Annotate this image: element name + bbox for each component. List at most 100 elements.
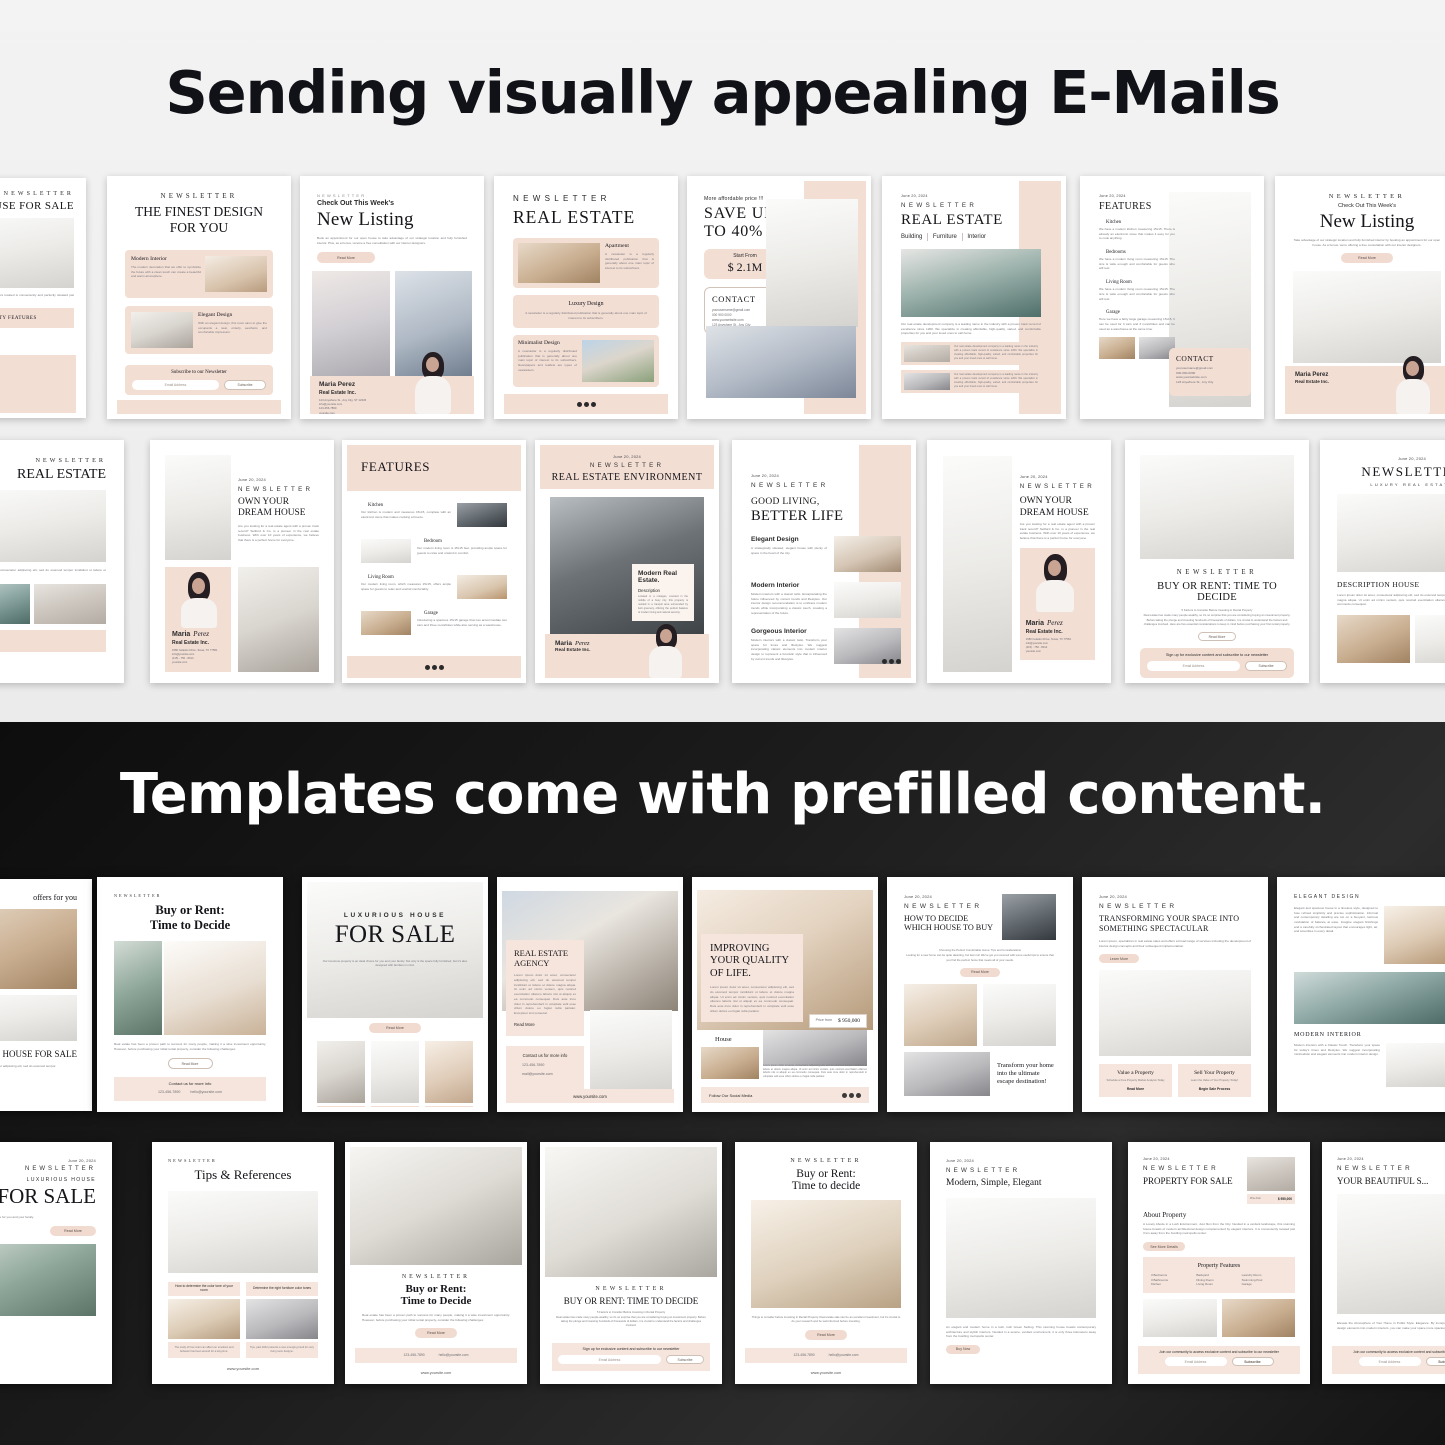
eyebrow: NEWSLETTER [751,482,829,489]
body-text: Are you looking for a real estate agent … [238,523,319,542]
read-more-button[interactable]: Read More [50,1225,96,1236]
template-card-modern-simple-elegant[interactable]: June 20, 2024 NEWSLETTER Modern, Simple,… [930,1142,1112,1384]
template-card-transforming[interactable]: June 20, 2024 NEWSLETTER TRANSFORMING YO… [1082,877,1268,1112]
email-input[interactable]: Email Address [1164,1357,1227,1366]
eyebrow: NEWSLETTER [1361,464,1445,479]
social-icons[interactable] [882,659,901,664]
date: June 20, 2024 [68,1158,96,1163]
photo [246,1299,318,1339]
social-icons[interactable] [842,1092,861,1098]
template-card-buy-rent-3[interactable]: NEWSLETTER Buy or Rent: Time to decide T… [735,1142,917,1384]
template-card-for-sale-dark[interactable]: LUXURIOUS HOUSE FOR SALE Our luxurious p… [302,877,488,1112]
template-card-tips-references[interactable]: NEWSLETTER Tips & References How to dete… [152,1142,334,1384]
block-heading: Minimalist Design [518,340,560,346]
photo [371,1041,419,1103]
template-card-offers[interactable]: offers for you HOUSE FOR SALE Lorem ipsu… [0,879,92,1111]
template-card-own-dream-house[interactable]: June 20, 2024 NEWSLETTER OWN YOUR DREAM … [150,440,334,683]
read-more-button[interactable]: Read More [167,1058,213,1070]
date: June 20, 2024 [1398,456,1426,461]
template-card-luxury-real-estate[interactable]: June 20, 2024 NEWSLETTER LUXURY REAL EST… [1320,440,1445,683]
card-body: Located in a cottages, counted in the mi… [638,595,688,615]
template-card-buy-or-rent-caps[interactable]: NEWSLETTER BUY OR RENT: TIME TO DECIDE 5… [540,1142,722,1384]
social-icons[interactable] [424,664,444,670]
read-more-button[interactable]: Read More [1198,632,1236,641]
location-icon [842,1092,847,1098]
email-input[interactable]: Email Address [1358,1357,1421,1366]
body-text-2: Modern interiors with a Classic Touch. T… [1294,1043,1380,1057]
option-label[interactable]: House [705,1036,761,1043]
photo [312,271,390,380]
section-heading: Living Room [1106,280,1132,286]
read-more-button[interactable]: Read More [514,1022,576,1027]
template-card-environment[interactable]: June 20, 2024 NEWSLETTER REAL ESTATE ENV… [535,440,719,683]
template-card-own-dream-house-2[interactable]: June 20, 2024 NEWSLETTER OWN YOUR DREAM … [927,440,1111,683]
social-icons[interactable] [576,401,596,407]
subscribe-button[interactable]: Subscribe [1425,1357,1445,1366]
template-card-quality-of-life[interactable]: IMPROVING YOUR QUALITY OF LIFE. Lorem ip… [692,877,878,1112]
block-body: A newsletter is a regularly distributed … [518,349,577,372]
subtitle: LUXURY REAL ESTATE [1370,482,1445,487]
facebook-icon [882,659,887,664]
buy-now-button[interactable]: Buy Now [946,1344,980,1354]
card-cta[interactable]: Begin Sale Process [1183,1087,1246,1091]
template-card-save-40[interactable]: More affordable price !!! SAVE UP TO 40%… [687,176,871,419]
nav-item[interactable]: Interior [967,234,986,240]
contact-line: yoursite.com [172,660,188,664]
template-card-how-to-decide[interactable]: June 20, 2024 NEWSLETTER HOW TO DECIDE W… [887,877,1073,1112]
template-card-real-estate[interactable]: NEWSLETTER REAL ESTATE Apartment A newsl… [494,176,678,419]
template-card-real-estate-left[interactable]: NEWSLETTER REAL ESTATE Lorem ipsum dolor… [0,440,124,683]
template-card-good-living[interactable]: June 20, 2024 NEWSLETTER GOOD LIVING, BE… [732,440,916,683]
title: YOUR BEAUTIFUL S... [1337,1176,1429,1186]
template-card-house-for-sale[interactable]: NEWSLETTER HOUSE FOR SALE Our luxurious … [0,178,86,418]
photo [1337,494,1445,572]
read-more-button[interactable]: Read More [1341,253,1393,264]
template-card-new-listing-2[interactable]: NEWSLETTER Check Out This Week's New Lis… [1275,176,1445,419]
photo [1384,906,1445,964]
subscribe-button[interactable]: Subscribe [666,1355,704,1364]
subscribe-button[interactable]: Subscribe [1231,1357,1274,1366]
eyebrow: NEWSLETTER [24,1166,96,1172]
read-more-button[interactable]: Read More [805,1329,847,1340]
read-more-button[interactable]: Read More [317,252,375,264]
hero-photo [350,1147,522,1265]
subscribe-button[interactable]: Subscribe [224,379,266,390]
template-card-your-beautiful-space[interactable]: June 20, 2024 NEWSLETTER YOUR BEAUTIFUL … [1322,1142,1445,1384]
template-card-for-sale-bottom[interactable]: June 20, 2024 NEWSLETTER LUXURIOUS HOUSE… [0,1142,112,1384]
read-more-button[interactable]: Read More [415,1328,457,1339]
card-title: Modern Real Estate. [638,569,678,585]
nav-item[interactable]: Furniture [933,234,957,240]
email-input[interactable]: Email Address [558,1355,661,1364]
see-more-button[interactable]: See More Details [1143,1242,1185,1252]
template-card-real-estate-categories[interactable]: June 20, 2024 NEWSLETTER REAL ESTATE Bui… [882,176,1066,419]
subscribe-button[interactable]: Subscribe [1245,661,1287,671]
title-line-2: Time to Decide [149,918,231,932]
headline-dark: Templates come with prefilled content. [119,762,1326,827]
template-card-agency[interactable]: REAL ESTATE AGENCY Lorem ipsum dolor sit… [497,877,683,1112]
nav-item[interactable]: Building [901,234,922,240]
price: $ 2.1M [727,260,763,275]
template-card-buy-or-rent[interactable]: NEWSLETTER BUY OR RENT: TIME TO DECIDE 5… [1125,440,1309,683]
template-card-features-2[interactable]: FEATURES Kitchen Our kitchen is modern a… [342,440,526,683]
date: June 20, 2024 [904,894,932,899]
email-input[interactable]: Email Address [132,379,219,390]
body-text: Lorem ipsum dolor sit amet, consectetur … [514,973,576,1015]
eyebrow: NEWSLETTER [1143,1165,1220,1172]
kicker: LUXURIOUS HOUSE [26,1177,96,1183]
youtube-icon [896,659,901,664]
template-card-buy-rent-bottom[interactable]: NEWSLETTER Buy or Rent: Time to Decide R… [345,1142,527,1384]
template-card-elegant-design[interactable]: ELEGANT DESIGN Elegant and spacious hous… [1277,877,1445,1112]
template-card-buy-rent-dark[interactable]: NEWSLETTER Buy or Rent: Time to Decide R… [97,877,283,1112]
title: offers for you [33,893,77,902]
read-more-button[interactable]: Read More [369,1023,421,1033]
template-card-new-listing[interactable]: NEWSLETTER Check Out This Week's New Lis… [300,176,484,419]
template-card-finest-design[interactable]: NEWSLETTER THE FINEST DESIGN FOR YOU Mod… [107,176,291,419]
block-heading: Elegant Design [198,311,233,318]
learn-more-button[interactable]: Learn More [1099,954,1139,964]
template-card-property-for-sale[interactable]: June 20, 2024 NEWSLETTER PROPERTY FOR SA… [1128,1142,1310,1384]
template-card-features[interactable]: June 20, 2024 FEATURES Kitchen We have a… [1080,176,1264,419]
card-cta[interactable]: Read More [1104,1087,1167,1091]
block-heading: Luxury Design [568,301,604,307]
email-input[interactable]: Email Address [1147,661,1240,671]
eyebrow: NEWSLETTER [160,192,238,200]
read-more-button[interactable]: Read More [960,967,1000,977]
